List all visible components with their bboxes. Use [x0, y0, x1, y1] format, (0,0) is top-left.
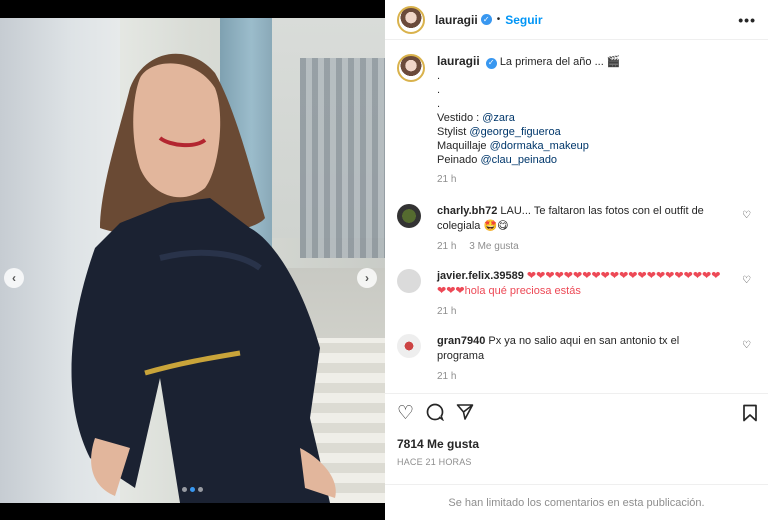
- carousel-prev-button[interactable]: ‹: [4, 268, 24, 288]
- comment-body: gran7940 Px ya no salio aqui en san anto…: [437, 334, 727, 384]
- caption-username[interactable]: lauragii: [437, 54, 480, 68]
- credit-link[interactable]: @george_figueroa: [469, 126, 560, 138]
- credit-label: Vestido :: [437, 112, 483, 124]
- caption-dot: .: [437, 84, 441, 96]
- post-photo[interactable]: ‹ ›: [0, 18, 385, 503]
- avatar[interactable]: [397, 269, 421, 293]
- comment-meta: 21 h: [437, 304, 727, 319]
- more-options-icon[interactable]: •••: [738, 12, 756, 28]
- comment-username[interactable]: charly.bh72: [437, 205, 497, 217]
- carousel-dot: [198, 487, 203, 492]
- list-item: javier.felix.39589 ❤❤❤❤❤❤❤❤❤❤❤❤❤❤❤❤❤❤❤❤❤…: [397, 269, 757, 319]
- credit-line: Peinado @clau_peinado: [437, 153, 737, 167]
- clapper-icon: 🎬: [606, 56, 621, 68]
- comment-meta: 21 h 3 Me gusta: [437, 239, 727, 254]
- follow-button[interactable]: Seguir: [505, 13, 542, 27]
- photo-woman: [71, 53, 336, 503]
- post-header: lauragii ✓ • Seguir •••: [385, 0, 768, 40]
- separator-dot: •: [496, 14, 501, 25]
- caption-body: lauragii ✓ La primera del año ... 🎬 . . …: [437, 54, 737, 187]
- caption: lauragii ✓ La primera del año ... 🎬 . . …: [385, 48, 768, 187]
- caption-dot: .: [437, 98, 441, 110]
- verified-icon: ✓: [485, 57, 497, 69]
- comment-username[interactable]: javier.felix.39589: [437, 270, 524, 282]
- credit-label: Maquillaje: [437, 140, 490, 152]
- post-age[interactable]: HACE 21 HORAS: [397, 457, 472, 467]
- comment-body: charly.bh72 LAU... Te faltaron las fotos…: [437, 204, 727, 254]
- credit-link[interactable]: @dormaka_makeup: [490, 140, 589, 152]
- caption-text: La primera del año ...: [499, 56, 604, 68]
- credit-line: Maquillaje @dormaka_makeup: [437, 139, 737, 153]
- comment-username[interactable]: gran7940: [437, 335, 485, 347]
- credit-link[interactable]: @zara: [482, 112, 515, 124]
- comments-list[interactable]: lauragii ✓ La primera del año ... 🎬 . . …: [385, 48, 768, 388]
- comment-time[interactable]: 21 h: [437, 306, 456, 317]
- avatar[interactable]: [397, 334, 421, 358]
- caption-dot: .: [437, 70, 441, 82]
- comment-likes[interactable]: 3 Me gusta: [469, 241, 518, 252]
- carousel-next-button[interactable]: ›: [357, 268, 377, 288]
- credit-line: Stylist @george_figueroa: [437, 125, 737, 139]
- header-username[interactable]: lauragii: [435, 13, 478, 27]
- comment-icon[interactable]: [426, 403, 445, 425]
- caption-time[interactable]: 21 h: [437, 173, 737, 187]
- save-icon[interactable]: [742, 404, 758, 426]
- carousel-dots: [0, 487, 385, 492]
- avatar[interactable]: [397, 5, 425, 34]
- credit-link[interactable]: @clau_peinado: [480, 154, 557, 166]
- like-comment-icon[interactable]: ♡: [742, 275, 751, 286]
- list-item: gran7940 Px ya no salio aqui en san anto…: [397, 334, 757, 384]
- post-detail-panel: lauragii ✓ • Seguir ••• lauragii ✓ La pr…: [385, 0, 768, 520]
- avatar[interactable]: [397, 204, 421, 228]
- carousel-dot: [182, 487, 187, 492]
- verified-icon: ✓: [480, 14, 492, 25]
- comments-limited-notice: Se han limitado los comentarios en esta …: [385, 484, 768, 520]
- credit-label: Peinado: [437, 154, 481, 166]
- comment-meta: 21 h: [437, 369, 727, 384]
- like-comment-icon[interactable]: ♡: [742, 210, 751, 221]
- credit-line: Vestido : @zara: [437, 111, 737, 125]
- likes-count[interactable]: 7814 Me gusta: [397, 437, 479, 451]
- comment-time[interactable]: 21 h: [437, 241, 456, 252]
- caption-avatar[interactable]: [397, 54, 425, 82]
- credit-label: Stylist: [437, 126, 470, 138]
- like-comment-icon[interactable]: ♡: [742, 340, 751, 351]
- action-bar: ♡: [385, 393, 768, 433]
- share-icon[interactable]: [456, 403, 474, 425]
- comment-body: javier.felix.39589 ❤❤❤❤❤❤❤❤❤❤❤❤❤❤❤❤❤❤❤❤❤…: [437, 269, 727, 319]
- list-item: charly.bh72 LAU... Te faltaron las fotos…: [397, 204, 757, 254]
- comment-time[interactable]: 21 h: [437, 371, 456, 382]
- like-icon[interactable]: ♡: [397, 404, 414, 423]
- carousel-dot-active: [190, 487, 195, 492]
